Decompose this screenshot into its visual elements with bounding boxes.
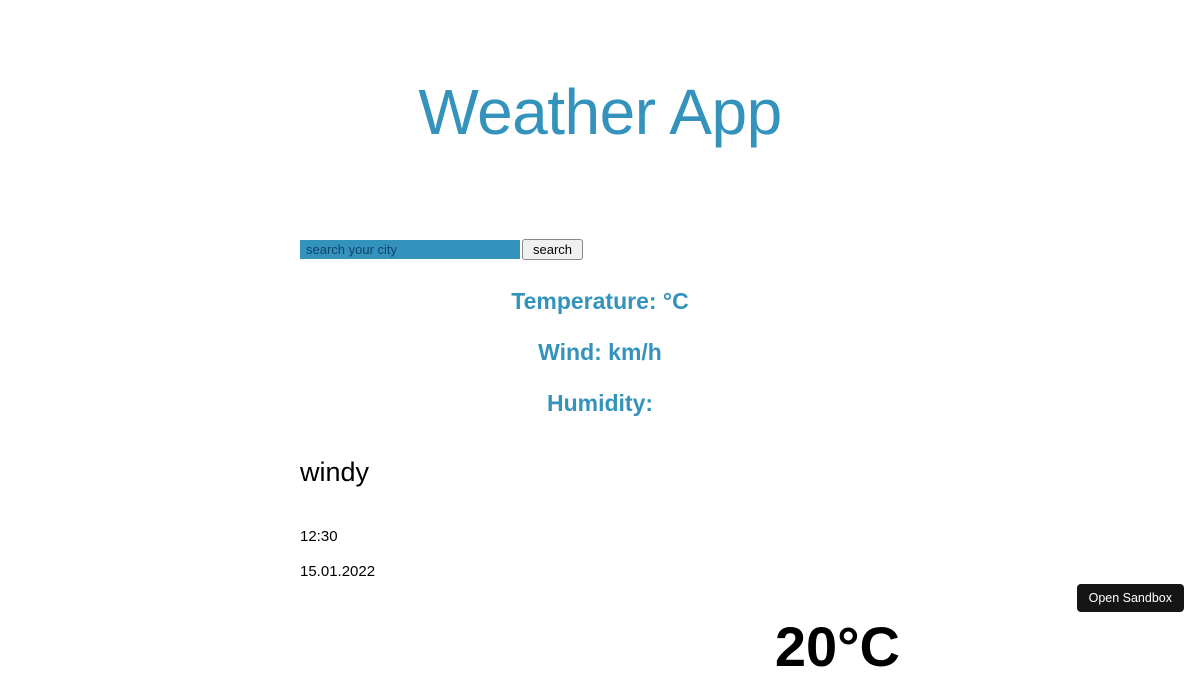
app-title: Weather App xyxy=(300,75,900,149)
search-form: search xyxy=(300,239,900,260)
open-sandbox-button[interactable]: Open Sandbox xyxy=(1077,584,1184,612)
city-search-input[interactable] xyxy=(300,240,520,259)
search-button[interactable]: search xyxy=(522,239,583,260)
large-temperature: 20°C xyxy=(775,614,900,679)
date-label: 15.01.2022 xyxy=(300,563,900,580)
time-label: 12:30 xyxy=(300,528,900,545)
wind-metric: Wind: km/h xyxy=(300,339,900,366)
humidity-metric: Humidity: xyxy=(300,390,900,417)
temperature-metric: Temperature: °C xyxy=(300,288,900,315)
weather-condition: windy xyxy=(300,457,900,488)
